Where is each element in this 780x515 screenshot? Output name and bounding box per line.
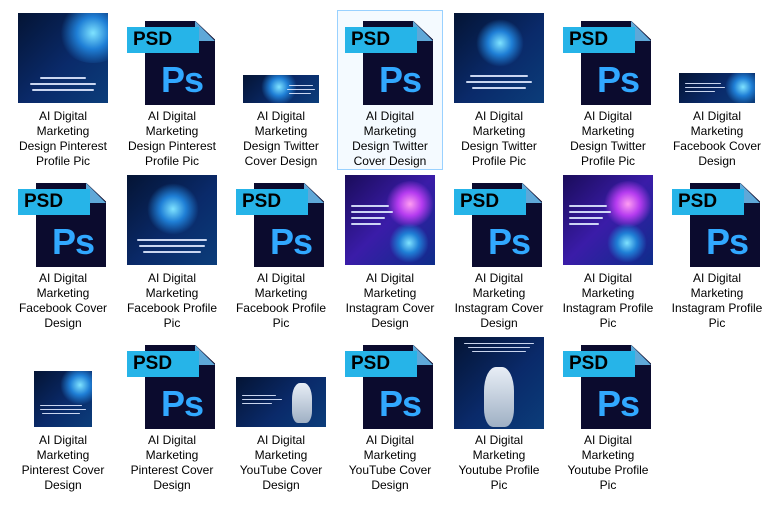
file-item-pinterest-cover-design-image[interactable]: AI Digital Marketing Pinterest Cover Des… <box>10 334 116 494</box>
photoshop-file-icon: Ps PSD <box>556 13 660 105</box>
file-item-twitter-cover-design-psd[interactable]: Ps PSD AI Digital Marketing Design Twitt… <box>337 10 443 170</box>
photoshop-file-icon: Ps PSD <box>556 337 660 429</box>
image-thumbnail <box>556 175 660 267</box>
file-name: AI Digital Marketing Instagram Profile P… <box>671 271 763 330</box>
image-thumbnail <box>447 13 551 105</box>
image-thumbnail <box>120 175 224 267</box>
file-name: AI Digital Marketing Facebook Profile Pi… <box>235 271 327 330</box>
file-name: AI Digital Marketing Facebook Cover Desi… <box>18 271 108 330</box>
file-name: AI Digital Marketing Design Twitter Cove… <box>352 109 428 168</box>
file-name: AI Digital Marketing Instagram Cover Des… <box>345 271 435 330</box>
file-name: AI Digital Marketing YouTube Cover Desig… <box>239 433 323 492</box>
file-item-twitter-profile-pic-psd[interactable]: Ps PSD AI Digital Marketing Design Twitt… <box>555 10 661 170</box>
file-name: AI Digital Marketing Design Twitter Cove… <box>243 109 319 168</box>
file-name: AI Digital Marketing Facebook Cover Desi… <box>672 109 762 168</box>
file-name: AI Digital Marketing Pinterest Cover Des… <box>21 433 105 492</box>
file-name: AI Digital Marketing YouTube Cover Desig… <box>348 433 432 492</box>
photoshop-file-icon: Ps PSD <box>229 175 333 267</box>
image-thumbnail <box>665 13 769 105</box>
file-item-pinterest-cover-design-psd[interactable]: Ps PSD AI Digital Marketing Pinterest Co… <box>119 334 225 494</box>
file-item-youtube-profile-pic-image[interactable]: AI Digital Marketing Youtube Profile Pic <box>446 334 552 494</box>
file-name: AI Digital Marketing Instagram Cover Des… <box>454 271 544 330</box>
file-name: AI Digital Marketing Pinterest Cover Des… <box>130 433 214 492</box>
file-item-instagram-profile-pic-psd[interactable]: Ps PSD AI Digital Marketing Instagram Pr… <box>664 172 770 332</box>
photoshop-file-icon: Ps PSD <box>120 337 224 429</box>
file-item-instagram-profile-pic-image[interactable]: AI Digital Marketing Instagram Profile P… <box>555 172 661 332</box>
photoshop-file-icon: Ps PSD <box>665 175 769 267</box>
file-item-pinterest-profile-pic-psd[interactable]: Ps PSD AI Digital Marketing Design Pinte… <box>119 10 225 170</box>
image-thumbnail <box>338 175 442 267</box>
file-item-pinterest-profile-pic-image[interactable]: AI Digital Marketing Design Pinterest Pr… <box>10 10 116 170</box>
image-thumbnail <box>447 337 551 429</box>
file-name: AI Digital Marketing Design Twitter Prof… <box>461 109 537 168</box>
image-thumbnail <box>229 13 333 105</box>
file-item-youtube-profile-pic-psd[interactable]: Ps PSD AI Digital Marketing Youtube Prof… <box>555 334 661 494</box>
image-thumbnail <box>11 13 115 105</box>
photoshop-file-icon: Ps PSD <box>447 175 551 267</box>
file-name: AI Digital Marketing Youtube Profile Pic <box>458 433 540 492</box>
photoshop-file-icon: Ps PSD <box>11 175 115 267</box>
file-item-facebook-cover-design-image[interactable]: AI Digital Marketing Facebook Cover Desi… <box>664 10 770 170</box>
image-thumbnail <box>11 337 115 429</box>
photoshop-file-icon: Ps PSD <box>338 337 442 429</box>
file-grid: AI Digital Marketing Design Pinterest Pr… <box>10 10 780 515</box>
file-name: AI Digital Marketing Design Pinterest Pr… <box>127 109 217 168</box>
file-name: AI Digital Marketing Design Pinterest Pr… <box>18 109 108 168</box>
file-name: AI Digital Marketing Facebook Profile Pi… <box>126 271 218 330</box>
photoshop-file-icon: Ps PSD <box>120 13 224 105</box>
file-item-facebook-profile-pic-image[interactable]: AI Digital Marketing Facebook Profile Pi… <box>119 172 225 332</box>
file-item-instagram-cover-design-image[interactable]: AI Digital Marketing Instagram Cover Des… <box>337 172 443 332</box>
file-item-facebook-cover-design-psd[interactable]: Ps PSD AI Digital Marketing Facebook Cov… <box>10 172 116 332</box>
file-name: AI Digital Marketing Design Twitter Prof… <box>570 109 646 168</box>
file-name: AI Digital Marketing Youtube Profile Pic <box>567 433 649 492</box>
file-name: AI Digital Marketing Instagram Profile P… <box>562 271 654 330</box>
file-item-youtube-cover-design-psd[interactable]: Ps PSD AI Digital Marketing YouTube Cove… <box>337 334 443 494</box>
file-item-facebook-profile-pic-psd[interactable]: Ps PSD AI Digital Marketing Facebook Pro… <box>228 172 334 332</box>
photoshop-file-icon: Ps PSD <box>338 13 442 105</box>
file-item-youtube-cover-design-image[interactable]: AI Digital Marketing YouTube Cover Desig… <box>228 334 334 494</box>
file-item-instagram-cover-design-psd[interactable]: Ps PSD AI Digital Marketing Instagram Co… <box>446 172 552 332</box>
file-item-twitter-cover-design-image[interactable]: AI Digital Marketing Design Twitter Cove… <box>228 10 334 170</box>
file-item-twitter-profile-pic-image[interactable]: AI Digital Marketing Design Twitter Prof… <box>446 10 552 170</box>
image-thumbnail <box>229 337 333 429</box>
